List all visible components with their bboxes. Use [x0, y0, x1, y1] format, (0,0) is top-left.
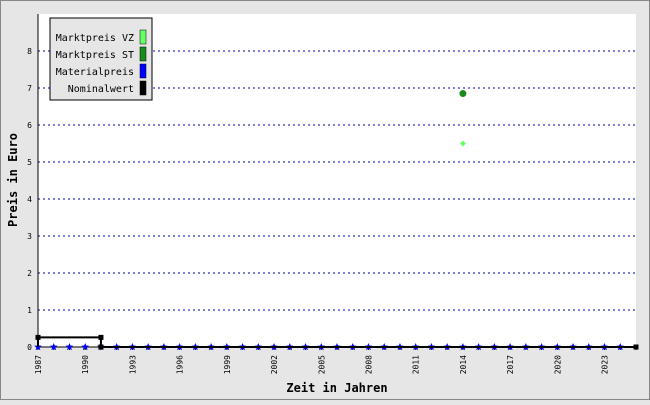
x-tick-label-1990: 1990 [81, 355, 90, 374]
x-tick-label-1987: 1987 [34, 355, 43, 374]
x-tick-label-2014: 2014 [459, 355, 468, 374]
y-tick-label-1: 1 [27, 306, 32, 315]
legend-label-1: Marktpreis ST [56, 50, 134, 61]
y-tick-label-8: 8 [27, 47, 32, 56]
legend-swatch-0 [139, 29, 147, 45]
marktpreis-st-point-0 [459, 90, 467, 98]
legend: Marktpreis VZ Marktpreis ST Materialpreis N… [49, 17, 153, 101]
y-tick-label-7: 7 [27, 84, 32, 93]
y-tick-label-4: 4 [27, 195, 32, 204]
x-tick-label-2020: 2020 [553, 355, 562, 374]
legend-swatch-2 [139, 63, 147, 79]
y-axis-label: Preis in Euro [6, 133, 20, 227]
x-tick-label-1993: 1993 [128, 355, 137, 374]
legend-swatch-3 [139, 80, 147, 96]
y-tick-label-2: 2 [27, 269, 32, 278]
y-tick-label-6: 6 [27, 121, 32, 130]
x-tick-label-1996: 1996 [176, 355, 185, 374]
x-tick-label-2023: 2023 [601, 355, 610, 374]
x-axis-label: Zeit in Jahren [286, 381, 387, 395]
y-tick-label-5: 5 [27, 158, 32, 167]
nominalwert-marker-1 [98, 334, 104, 340]
nominalwert-marker-0 [35, 334, 41, 340]
x-tick-label-2011: 2011 [412, 355, 421, 374]
x-tick-label-2008: 2008 [364, 355, 373, 374]
nominalwert-marker-2 [98, 344, 104, 350]
legend-label-3: Nominalwert [68, 84, 134, 95]
y-tick-label-0: 0 [27, 343, 32, 352]
x-tick-label-2017: 2017 [506, 355, 515, 374]
chart-svg: 0 1 2 3 4 5 6 7 8 1987 1990 1993 1996 1999 2002 2005 200… [0, 0, 650, 400]
chart-root: 0 1 2 3 4 5 6 7 8 1987 1990 1993 1996 1999 2002 2005 200… [0, 0, 650, 400]
x-tick-label-1999: 1999 [223, 355, 232, 374]
legend-label-0: Marktpreis VZ [56, 33, 134, 44]
y-tick-label-3: 3 [27, 232, 32, 241]
legend-label-2: Materialpreis [56, 67, 134, 78]
legend-swatch-1 [139, 46, 147, 62]
x-tick-label-2002: 2002 [270, 355, 279, 374]
nominalwert-marker-3 [633, 344, 639, 350]
x-tick-label-2005: 2005 [317, 355, 326, 374]
